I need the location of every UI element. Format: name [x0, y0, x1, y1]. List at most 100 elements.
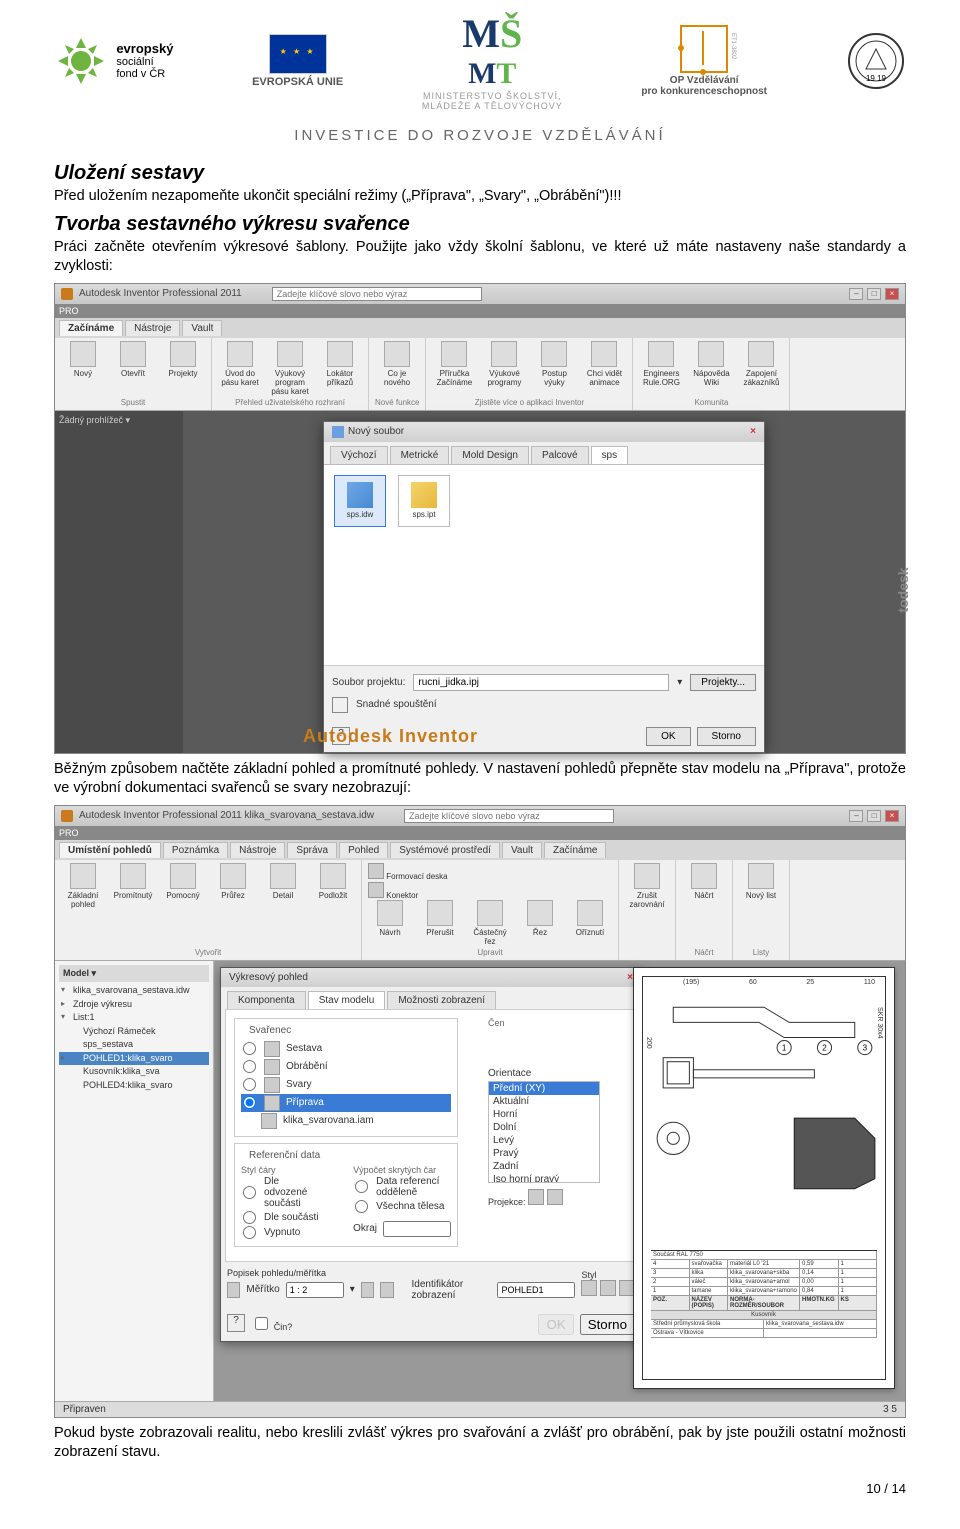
dv-checkbox[interactable] [255, 1317, 268, 1330]
dvtab-moznosti[interactable]: Možnosti zobrazení [387, 991, 496, 1009]
browser-title[interactable]: Žádný prohlížeč ▾ [59, 415, 179, 426]
btn-detail[interactable]: Detail [261, 863, 305, 900]
proj-btn1[interactable] [528, 1189, 544, 1205]
projects-button[interactable]: Projekty... [690, 674, 756, 691]
quick-launch-toggle[interactable] [332, 697, 348, 713]
btn-zrusit[interactable]: Zrušit zarovnání [625, 863, 669, 909]
btn-uvod[interactable]: Úvod do pásu karet [218, 341, 262, 387]
opt-priprava[interactable]: Příprava [241, 1094, 451, 1112]
dv-ok-button[interactable]: OK [538, 1314, 573, 1335]
okraj-field[interactable]: Okraj [353, 1220, 451, 1238]
dv-help-button[interactable]: ? [227, 1314, 245, 1332]
orient-zadni[interactable]: Zadní [489, 1160, 599, 1173]
style-btn1[interactable] [581, 1280, 597, 1296]
dvtab-stavmodelu[interactable]: Stav modelu [308, 991, 386, 1009]
tree-zdroje[interactable]: Zdroje výkresu [59, 998, 209, 1012]
orient-predni[interactable]: Přední (XY) [489, 1082, 599, 1095]
orient-horni[interactable]: Horní [489, 1108, 599, 1121]
dlgtab-sps[interactable]: sps [591, 446, 629, 464]
orient-pravy[interactable]: Pravý [489, 1147, 599, 1160]
proj-dropdown-icon[interactable]: ▾ [677, 677, 682, 688]
tree-sps[interactable]: sps_sestava [59, 1038, 209, 1052]
btn-prerusit[interactable]: Přerušit [418, 900, 462, 937]
dlgtab-metricke[interactable]: Metrické [390, 446, 450, 464]
styl-opt2[interactable]: Dle součásti [241, 1210, 323, 1225]
tab2-sprava[interactable]: Správa [287, 842, 337, 858]
opt-sestava[interactable]: Sestava [241, 1040, 451, 1058]
calc-opt1[interactable]: Data referencí odděleně [353, 1175, 451, 1199]
btn-podlozit[interactable]: Podložit [311, 863, 355, 900]
styl-opt3[interactable]: Vypnuto [241, 1225, 323, 1240]
tree-pohled1[interactable]: POHLED1:klika_svaro [59, 1052, 209, 1066]
btn-castecny[interactable]: Částečný řez [468, 900, 512, 946]
tab-zaciname[interactable]: Začínáme [59, 320, 123, 336]
btn-novylist[interactable]: Nový list [739, 863, 783, 900]
search-input[interactable] [272, 287, 482, 301]
tab2-nastroje[interactable]: Nástroje [230, 842, 285, 858]
btn-projekty[interactable]: Projekty [161, 341, 205, 378]
btn-zapojeni[interactable]: Zapojení zákazníků [739, 341, 783, 387]
minimize-button[interactable]: – [849, 288, 863, 300]
proj-field[interactable] [413, 674, 669, 691]
tab2-system[interactable]: Systémové prostředí [390, 842, 500, 858]
btn-otevrit[interactable]: Otevřít [111, 341, 155, 378]
btn-vyukove[interactable]: Výukové programy [482, 341, 526, 387]
btn-oriznuti[interactable]: Oříznutí [568, 900, 612, 937]
tree-kusovnik[interactable]: Kusovník:klika_sva [59, 1065, 209, 1079]
tab-nastroje[interactable]: Nástroje [125, 320, 180, 336]
tree-ramecek[interactable]: Výchozí Rámeček [59, 1025, 209, 1039]
dialog-close-button[interactable]: × [750, 426, 756, 437]
btn-pomocny[interactable]: Pomocný [161, 863, 205, 900]
btn-rez[interactable]: Řez [518, 900, 562, 937]
btn-napoveda[interactable]: Nápověda Wiki [689, 341, 733, 387]
btn-engineers[interactable]: Engineers Rule.ORG [639, 341, 683, 387]
tab-vault[interactable]: Vault [182, 320, 222, 336]
btn-promitnuty[interactable]: Promítnutý [111, 863, 155, 900]
styl-opt1[interactable]: Dle odvozené součásti [241, 1175, 323, 1210]
scale-icon[interactable] [227, 1282, 240, 1298]
dvtab-komponenta[interactable]: Komponenta [227, 991, 306, 1009]
tab2-poznamka[interactable]: Poznámka [163, 842, 228, 858]
orientation-list[interactable]: Přední (XY) Aktuální Horní Dolní Levý Pr… [488, 1081, 600, 1183]
btn-nacrt[interactable]: Náčrt [682, 863, 726, 900]
orient-aktualni[interactable]: Aktuální [489, 1095, 599, 1108]
tab2-zaciname[interactable]: Začínáme [544, 842, 606, 858]
search-input-2[interactable] [404, 809, 614, 823]
orient-dolni[interactable]: Dolní [489, 1121, 599, 1134]
dlgtab-vychozi[interactable]: Výchozí [330, 446, 388, 464]
close-button[interactable]: × [885, 810, 899, 822]
tab2-umisteni[interactable]: Umístění pohledů [59, 842, 161, 858]
style-btn2[interactable] [600, 1280, 616, 1296]
proj-btn2[interactable] [547, 1189, 563, 1205]
tree-pohled4[interactable]: POHLED4:klika_svaro [59, 1079, 209, 1093]
btn-prurez[interactable]: Průřez [211, 863, 255, 900]
template-sps-ipt[interactable]: sps.ipt [398, 475, 450, 527]
template-sps-idw[interactable]: sps.idw [334, 475, 386, 527]
btn-novy[interactable]: Nový [61, 341, 105, 378]
tree-root[interactable]: klika_svarovana_sestava.idw [59, 984, 209, 998]
close-button[interactable]: × [885, 288, 899, 300]
tab2-vault[interactable]: Vault [502, 842, 542, 858]
btn-lokator[interactable]: Lokátor příkazů [318, 341, 362, 387]
btn-prirucka[interactable]: Příručka Začínáme [432, 341, 476, 387]
tab2-pohled[interactable]: Pohled [339, 842, 388, 858]
asm-file[interactable]: klika_svarovana.iam [241, 1112, 451, 1130]
orient-levy[interactable]: Levý [489, 1134, 599, 1147]
btn-vyukovy[interactable]: Výukový program pásu karet [268, 341, 312, 396]
opt-svary[interactable]: Svary [241, 1076, 451, 1094]
btn-navrh[interactable]: Návrh [368, 900, 412, 937]
edit-icon-2[interactable] [380, 1282, 393, 1298]
btn-formovaci[interactable]: Formovací deska [368, 863, 606, 881]
maximize-button[interactable]: □ [867, 810, 881, 822]
dlgtab-palcove[interactable]: Palcové [531, 446, 589, 464]
calc-opt2[interactable]: Všechna tělesa [353, 1199, 451, 1214]
browser-header[interactable]: Model ▾ [59, 965, 209, 983]
ok-button[interactable]: OK [646, 727, 690, 746]
opt-obrabeni[interactable]: Obrábění [241, 1058, 451, 1076]
scale-field[interactable] [286, 1282, 344, 1298]
ident-field[interactable] [497, 1282, 575, 1298]
btn-zakladni[interactable]: Základní pohled [61, 863, 105, 909]
edit-icon[interactable] [361, 1282, 374, 1298]
dlgtab-mold[interactable]: Mold Design [451, 446, 529, 464]
btn-postup[interactable]: Postup výuky [532, 341, 576, 387]
